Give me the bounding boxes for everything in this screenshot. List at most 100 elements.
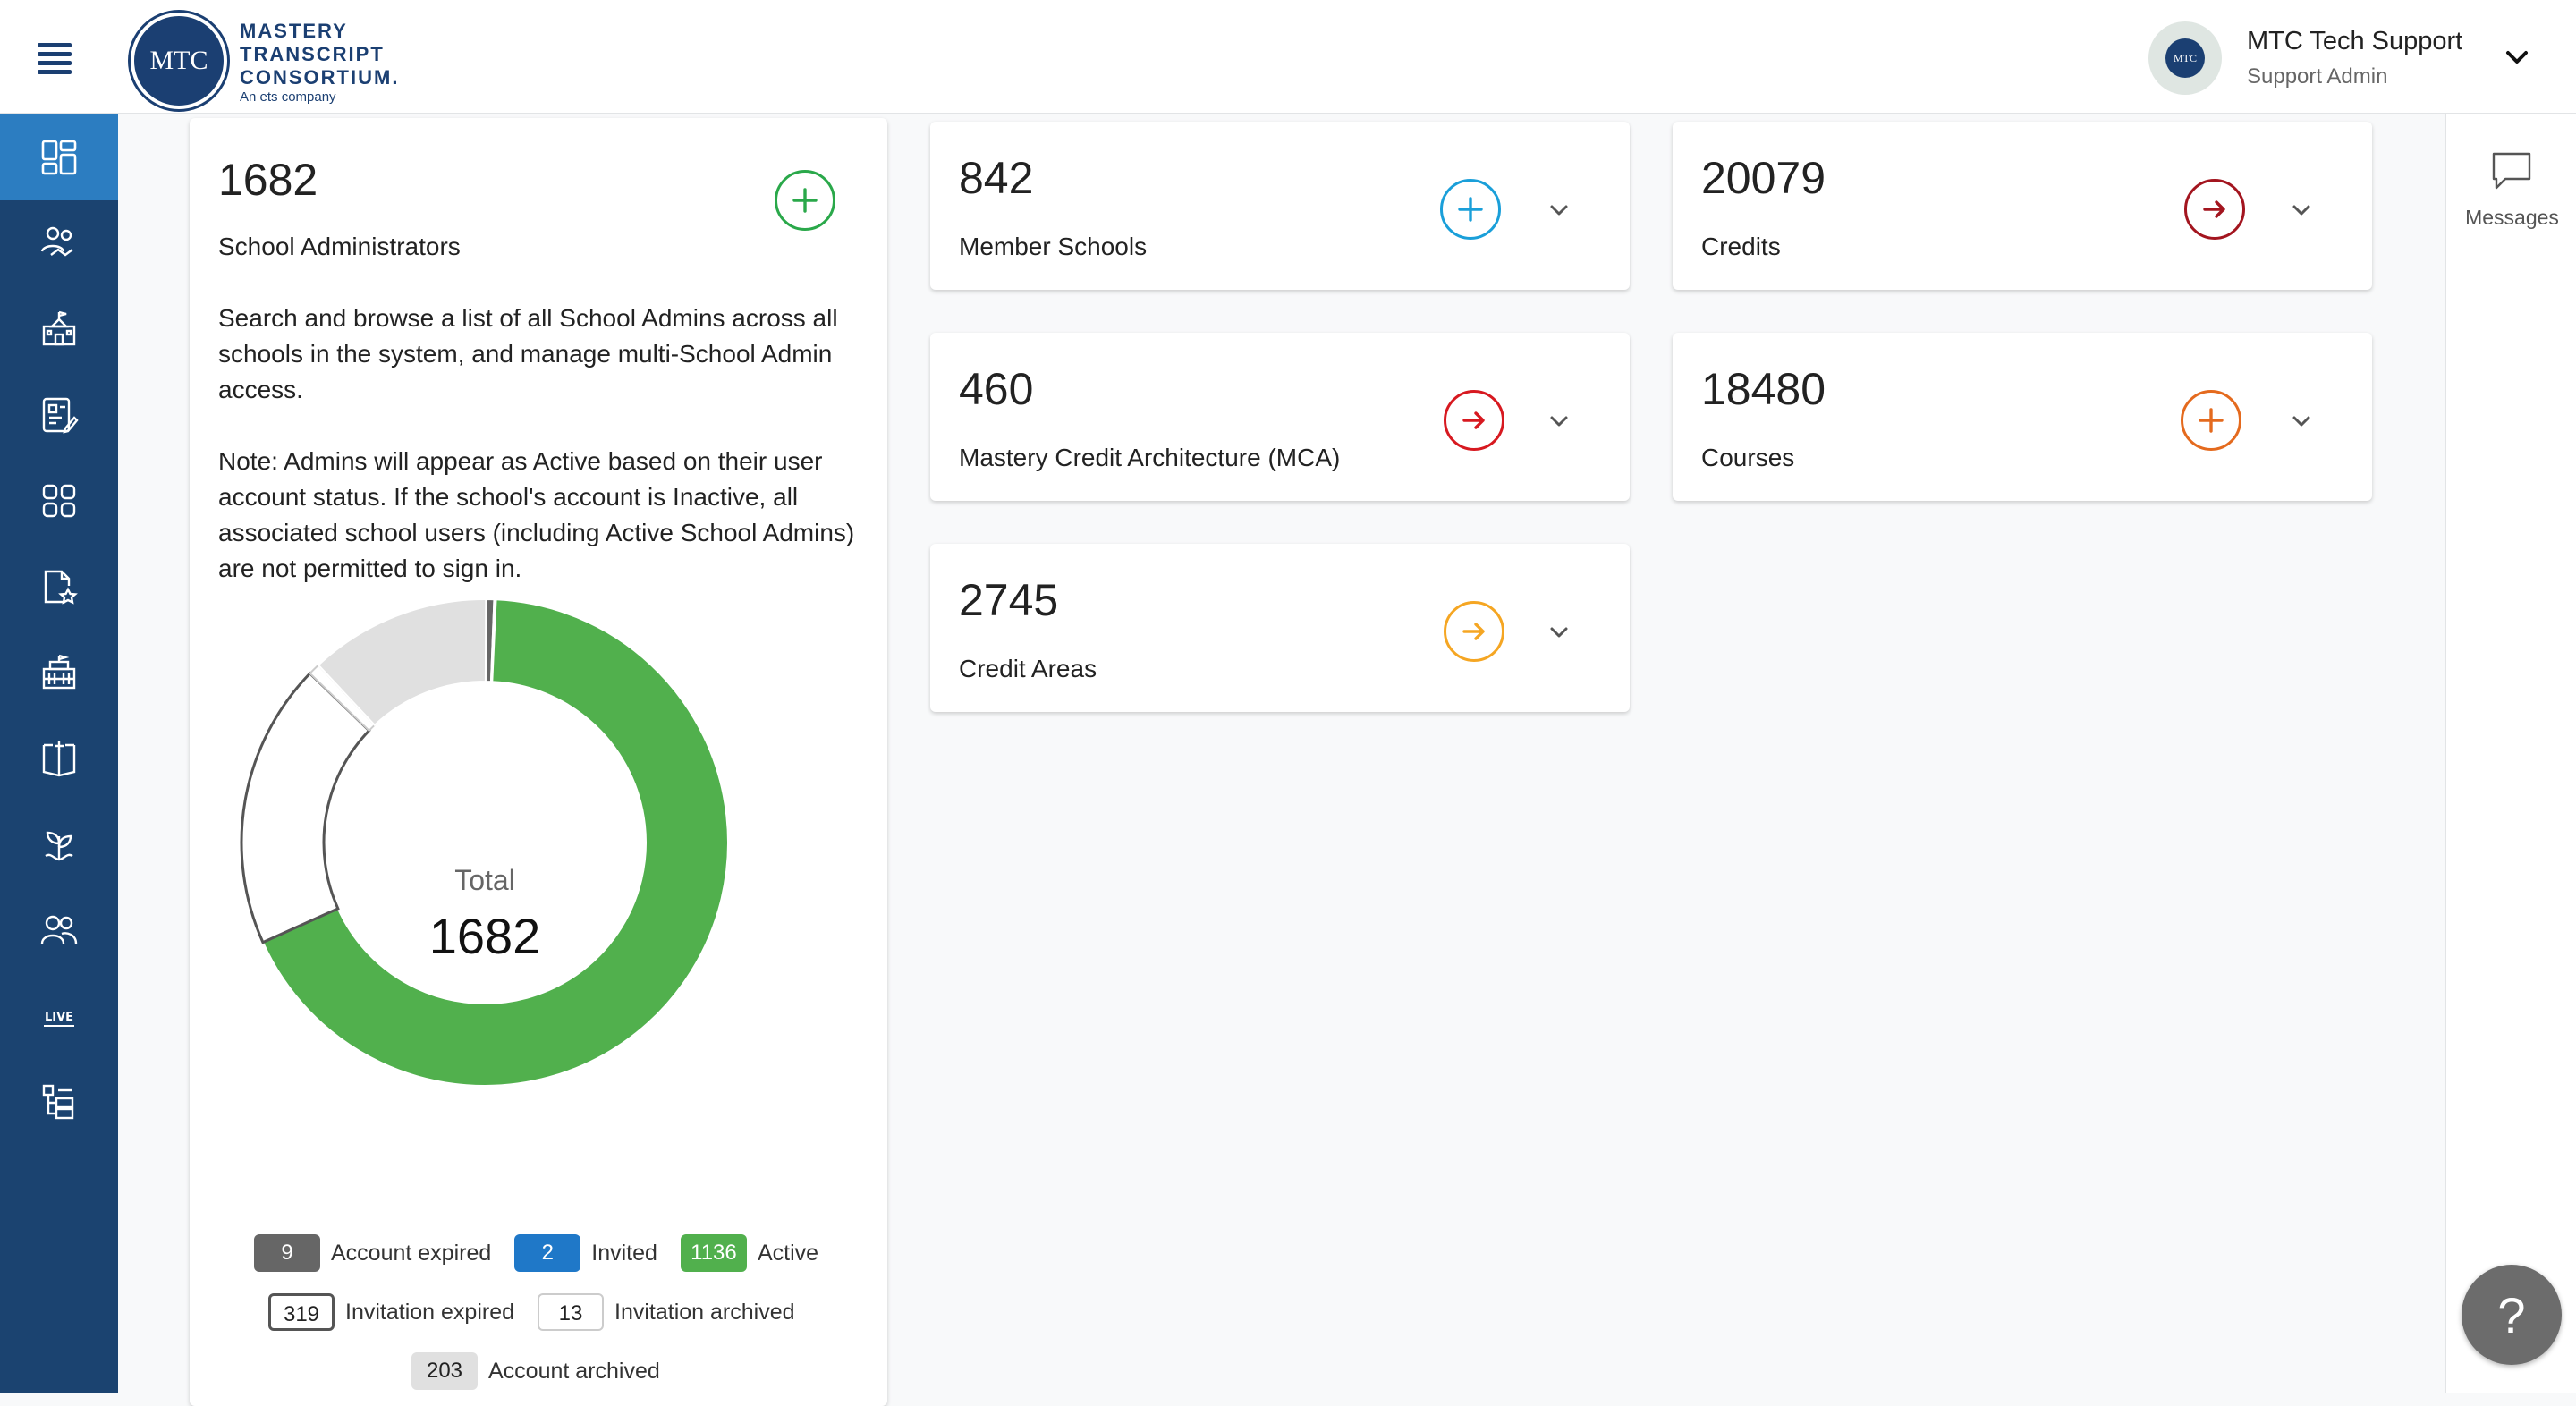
credits-go-button[interactable]: [2184, 179, 2245, 240]
sidebar-item-institutions[interactable]: [0, 630, 118, 716]
user-role: Support Admin: [2247, 64, 2388, 89]
member-schools-card[interactable]: 842 Member Schools: [930, 122, 1630, 290]
user-avatar[interactable]: MTC: [2148, 21, 2222, 95]
sidebar-item-live[interactable]: LIVE: [0, 973, 118, 1059]
courses-card[interactable]: 18480 Courses: [1673, 333, 2372, 501]
arrow-right-icon: [2203, 200, 2225, 218]
people-group-icon: [40, 915, 78, 944]
add-school-admin-button[interactable]: [775, 170, 835, 231]
credit-areas-card[interactable]: 2745 Credit Areas: [930, 544, 1630, 712]
legend-expired-label: Account expired: [331, 1240, 492, 1266]
live-icon-text: LIVE: [45, 1011, 73, 1024]
credits-label: Credits: [1701, 233, 1781, 260]
admin-status-donut-chart: Total 1682: [240, 597, 729, 1087]
member-schools-label: Member Schools: [959, 233, 1148, 260]
courses-count: 18480: [1701, 364, 1826, 414]
mtc-logo-text[interactable]: MASTERY TRANSCRIPT CONSORTIUM.: [240, 20, 399, 89]
legend-inv-archived-badge: 13: [538, 1293, 605, 1331]
sidebar-item-dashboard[interactable]: [0, 114, 118, 200]
hierarchy-icon: [42, 1084, 74, 1120]
logo-line-2: TRANSCRIPT: [240, 43, 385, 65]
credit-areas-go-button[interactable]: [1444, 601, 1504, 662]
credits-card[interactable]: 20079 Credits: [1673, 122, 2372, 290]
legend-active-label: Active: [757, 1240, 819, 1266]
donut-total-label: Total: [454, 864, 515, 896]
plus-icon: [1458, 197, 1483, 222]
apps-grid-icon: [42, 484, 76, 518]
logo-subtitle: An ets company: [240, 89, 336, 105]
right-rail: Messages: [2445, 114, 2576, 1393]
book-plus-icon: [42, 741, 76, 777]
legend-invited-badge: 2: [514, 1234, 581, 1272]
schools-icon: [42, 310, 76, 346]
institution-icon: [42, 654, 76, 690]
mca-count: 460: [959, 364, 1034, 414]
legend-expired-badge: 9: [254, 1234, 320, 1272]
user-name: MTC Tech Support: [2247, 27, 2463, 55]
legend-inv-expired-badge: 319: [268, 1293, 335, 1331]
school-admins-description: Search and browse a list of all School A…: [218, 301, 880, 623]
mca-label: Mastery Credit Architecture (MCA): [959, 444, 1341, 471]
users-handshake-icon: [40, 226, 73, 257]
sidebar-item-growth[interactable]: [0, 801, 118, 887]
credits-chevron-down-icon[interactable]: [2286, 195, 2317, 225]
sidebar-item-favorites[interactable]: [0, 544, 118, 630]
sidebar-item-reports[interactable]: [0, 372, 118, 458]
sidebar-item-apps[interactable]: [0, 458, 118, 544]
sidebar-item-people[interactable]: [0, 887, 118, 973]
sidebar-item-users[interactable]: [0, 200, 118, 286]
add-course-button[interactable]: [2181, 390, 2241, 451]
arrow-right-icon: [1462, 411, 1485, 429]
document-star-icon: [44, 570, 78, 605]
messages-label[interactable]: Messages: [2446, 206, 2576, 230]
note-paragraph: Note: Admins will appear as Active based…: [218, 447, 855, 582]
description-paragraph: Search and browse a list of all School A…: [218, 304, 838, 403]
school-admins-card: 1682 School Administrators Search and br…: [190, 118, 887, 1406]
donut-svg: [240, 597, 729, 1087]
add-member-school-button[interactable]: [1440, 179, 1501, 240]
logo-line-1: MASTERY: [240, 20, 348, 42]
legend-row-1: 9 Account expired 2 Invited 1136 Active: [254, 1234, 818, 1272]
credit-areas-label: Credit Areas: [959, 655, 1097, 682]
legend-inv-archived-label: Invitation archived: [614, 1299, 795, 1325]
donut-total-value: 1682: [428, 908, 541, 964]
plus-icon: [2199, 408, 2224, 433]
mtc-logo-mark[interactable]: MTC: [131, 13, 227, 109]
hamburger-menu-icon[interactable]: [34, 39, 80, 75]
legend-row-3: 203 Account archived: [411, 1352, 660, 1390]
legend-invited-label: Invited: [591, 1240, 657, 1266]
member-schools-chevron-down-icon[interactable]: [1544, 195, 1574, 225]
school-admins-label: School Administrators: [218, 233, 461, 260]
member-schools-count: 842: [959, 153, 1034, 203]
legend-active-badge: 1136: [680, 1234, 747, 1272]
sidebar-item-schools[interactable]: [0, 286, 118, 372]
arrow-right-icon: [1462, 623, 1485, 640]
courses-label: Courses: [1701, 444, 1795, 471]
growth-plant-icon: [45, 831, 73, 861]
sidebar-item-hierarchy[interactable]: [0, 1059, 118, 1145]
courses-chevron-down-icon[interactable]: [2286, 406, 2317, 436]
user-avatar-logo: MTC: [2165, 38, 2205, 78]
dashboard-icon: [41, 140, 77, 175]
messages-icon[interactable]: [2489, 148, 2534, 193]
mca-card[interactable]: 460 Mastery Credit Architecture (MCA): [930, 333, 1630, 501]
top-header: MTC MASTERY TRANSCRIPT CONSORTIUM. An et…: [0, 0, 2576, 114]
legend-acc-archived-label: Account archived: [488, 1358, 660, 1384]
school-admins-count: 1682: [218, 155, 318, 205]
live-icon: LIVE: [44, 1011, 74, 1027]
credits-count: 20079: [1701, 153, 1826, 203]
legend-inv-expired-label: Invitation expired: [345, 1299, 515, 1325]
donut-slice-invitation-expired[interactable]: [240, 671, 371, 944]
sidebar-nav: LIVE: [0, 114, 118, 1393]
report-edit-icon: [42, 397, 79, 434]
mca-chevron-down-icon[interactable]: [1544, 406, 1574, 436]
credit-areas-chevron-down-icon[interactable]: [1544, 617, 1574, 648]
credit-areas-count: 2745: [959, 575, 1059, 625]
legend-acc-archived-badge: 203: [411, 1352, 478, 1390]
logo-line-3: CONSORTIUM.: [240, 66, 400, 89]
mca-go-button[interactable]: [1444, 390, 1504, 451]
user-menu-chevron-down-icon[interactable]: [2501, 41, 2533, 73]
legend-row-2: 319 Invitation expired 13 Invitation arc…: [268, 1293, 795, 1331]
help-button[interactable]: ?: [2462, 1265, 2562, 1365]
sidebar-item-courses[interactable]: [0, 716, 118, 801]
